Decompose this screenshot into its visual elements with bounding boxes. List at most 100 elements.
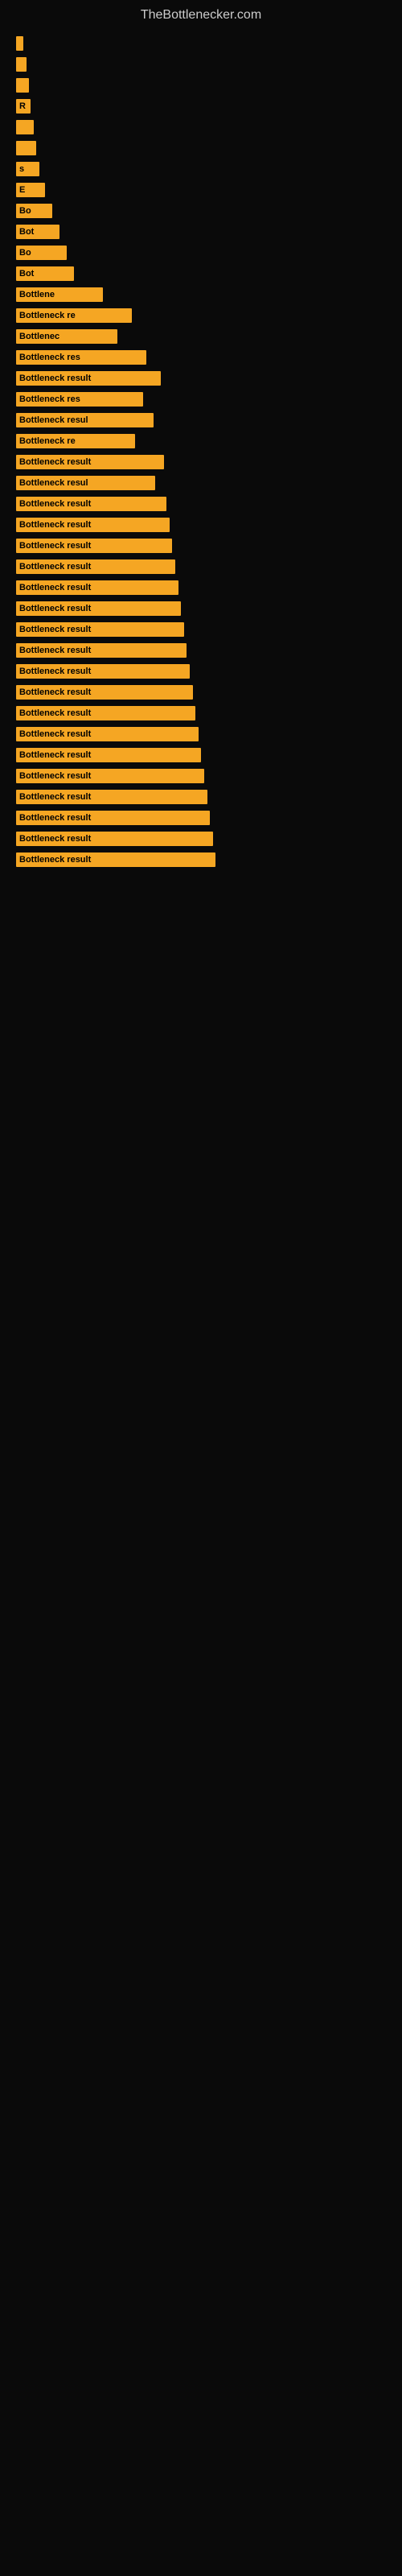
bar-row: Bottleneck result: [16, 600, 386, 617]
bar: Bottleneck result: [16, 706, 195, 720]
bar-label: Bottleneck res: [19, 394, 80, 404]
chart-area: RsE Bo Bot Bo Bot Bottlene Bottleneck re Bottle…: [16, 27, 386, 880]
bar-label: Bottleneck result: [19, 520, 91, 530]
bar-row: Bottleneck result: [16, 453, 386, 471]
bar: [16, 120, 34, 134]
bar-row: Bottleneck result: [16, 809, 386, 827]
bar-row: Bottleneck re: [16, 432, 386, 450]
bar-row: Bottleneck result: [16, 495, 386, 513]
bar-row: Bottleneck result: [16, 516, 386, 534]
bar: Bottleneck result: [16, 790, 207, 804]
bar: Bottleneck result: [16, 748, 201, 762]
bar-row: Bo: [16, 244, 386, 262]
bar: Bottleneck res: [16, 392, 143, 407]
bar: [16, 78, 29, 93]
bar-label: Bottleneck result: [19, 562, 91, 572]
bar-row: Bottleneck result: [16, 788, 386, 806]
bar-row: Bot: [16, 265, 386, 283]
bar-row: R: [16, 97, 386, 115]
bar-label: Bottleneck result: [19, 541, 91, 551]
bar-label: Bottleneck result: [19, 499, 91, 509]
bar: Bottleneck resul: [16, 413, 154, 427]
bar-label: Bottleneck result: [19, 771, 91, 781]
bar: Bottleneck result: [16, 852, 215, 867]
bar: Bot: [16, 225, 59, 239]
bar-label: s: [19, 164, 24, 174]
bar-row: Bottleneck result: [16, 558, 386, 576]
bar-row: [16, 118, 386, 136]
bar: Bottleneck result: [16, 727, 199, 741]
bar: Bottleneck result: [16, 685, 193, 700]
bar-row: Bottleneck result: [16, 579, 386, 597]
bar: Bottleneck result: [16, 580, 178, 595]
bar: Bottleneck res: [16, 350, 146, 365]
bar-row: Bottleneck result: [16, 663, 386, 680]
bar: Bot: [16, 266, 74, 281]
bar: Bo: [16, 204, 52, 218]
bar: Bottleneck result: [16, 769, 204, 783]
bar: [16, 57, 27, 72]
bar-row: s: [16, 160, 386, 178]
bar-label: Bot: [19, 269, 34, 279]
bar-row: Bottleneck result: [16, 683, 386, 701]
bar-label: Bottleneck result: [19, 834, 91, 844]
bar-row: Bottleneck result: [16, 725, 386, 743]
bar-row: Bottleneck result: [16, 642, 386, 659]
bar: [16, 141, 36, 155]
bar: Bottleneck result: [16, 664, 190, 679]
bar-row: Bottleneck result: [16, 369, 386, 387]
bar-row: Bo: [16, 202, 386, 220]
bar-label: Bottleneck re: [19, 436, 76, 446]
bar: [16, 36, 23, 51]
bar-label: Bottleneck result: [19, 667, 91, 676]
bar: Bottleneck result: [16, 539, 172, 553]
bar-label: Bottleneck result: [19, 750, 91, 760]
bar-label: Bo: [19, 206, 31, 216]
bar: Bottlenec: [16, 329, 117, 344]
bar-label: Bottleneck result: [19, 687, 91, 697]
bar: Bottleneck result: [16, 518, 170, 532]
bar: Bottleneck re: [16, 434, 135, 448]
bar-row: Bottleneck res: [16, 349, 386, 366]
bar-row: Bottleneck result: [16, 537, 386, 555]
bar-row: Bottleneck result: [16, 746, 386, 764]
bar: Bottleneck result: [16, 643, 187, 658]
bar-label: Bottleneck result: [19, 855, 91, 865]
site-header: TheBottlenecker.com: [0, 0, 402, 27]
bar: s: [16, 162, 39, 176]
bar: E: [16, 183, 45, 197]
bar-row: Bottleneck result: [16, 704, 386, 722]
bar-label: Bottleneck result: [19, 604, 91, 613]
bar: Bottlene: [16, 287, 103, 302]
bar-label: Bottleneck result: [19, 708, 91, 718]
bar-label: Bottleneck resul: [19, 478, 88, 488]
bar: Bottleneck re: [16, 308, 132, 323]
bar-label: Bottleneck resul: [19, 415, 88, 425]
bar-row: Bottleneck result: [16, 830, 386, 848]
bar-row: [16, 35, 386, 52]
bar-row: [16, 56, 386, 73]
bar: Bottleneck resul: [16, 476, 155, 490]
bar-label: R: [19, 101, 26, 111]
bar-label: Bottlenec: [19, 332, 59, 341]
bar-label: Bottleneck result: [19, 813, 91, 823]
bar-label: Bottleneck result: [19, 374, 91, 383]
bar: R: [16, 99, 31, 114]
bar-label: Bottlene: [19, 290, 55, 299]
bar-row: Bottleneck result: [16, 621, 386, 638]
bar: Bottleneck result: [16, 811, 210, 825]
bar: Bottleneck result: [16, 601, 181, 616]
bar: Bottleneck result: [16, 371, 161, 386]
bar-row: Bottleneck res: [16, 390, 386, 408]
bar: Bottleneck result: [16, 455, 164, 469]
bar-row: Bot: [16, 223, 386, 241]
site-title: TheBottlenecker.com: [0, 0, 402, 27]
bar: Bottleneck result: [16, 559, 175, 574]
bar-label: Bot: [19, 227, 34, 237]
bar-label: Bo: [19, 248, 31, 258]
bar: Bottleneck result: [16, 832, 213, 846]
bar-label: Bottleneck result: [19, 625, 91, 634]
bar-row: Bottleneck re: [16, 307, 386, 324]
bar-label: Bottleneck result: [19, 792, 91, 802]
bar-row: Bottleneck resul: [16, 474, 386, 492]
